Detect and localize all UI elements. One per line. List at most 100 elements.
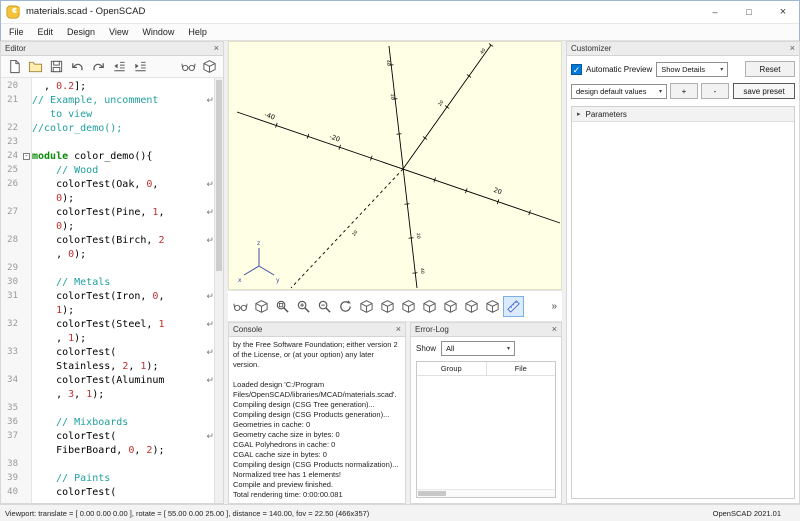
- zoom-out-button[interactable]: [314, 296, 335, 317]
- preview-icon: [233, 299, 248, 314]
- console-line: Compiling design (CSG Products normaliza…: [233, 460, 399, 469]
- z-axis-line: [388, 45, 418, 289]
- automatic-preview-label: Automatic Preview: [586, 64, 653, 74]
- console-line: by the Free Software Foundation; either …: [233, 340, 398, 369]
- unindent-button[interactable]: [109, 56, 130, 77]
- view-left-button[interactable]: [419, 296, 440, 317]
- customizer-close-icon[interactable]: ×: [790, 44, 795, 53]
- indent-button[interactable]: [130, 56, 151, 77]
- show-details-select[interactable]: Show Details ▾: [656, 61, 729, 77]
- console-line: Geometry cache size in bytes: 0: [233, 430, 340, 439]
- severity-filter-select[interactable]: All ▾: [441, 340, 516, 356]
- line-wrap-icon: ↵: [206, 430, 214, 441]
- code-row: 29: [7, 263, 18, 273]
- axes-canvas: -40 -20 20 20 40 20 20 40 20 40 z x y: [236, 43, 561, 289]
- editor-close-icon[interactable]: ×: [214, 44, 219, 53]
- reset-button[interactable]: Reset: [745, 61, 795, 77]
- console-output[interactable]: by the Free Software Foundation; either …: [229, 337, 405, 503]
- add-preset-button[interactable]: +: [670, 83, 698, 99]
- parameters-section-header[interactable]: ▸ Parameters: [572, 107, 794, 122]
- console-panel-header: Console ×: [229, 323, 405, 337]
- error-log-scrollbar-thumb[interactable]: [418, 491, 446, 496]
- automatic-preview-checkbox[interactable]: ✓: [571, 63, 582, 75]
- column-header-file[interactable]: File: [485, 362, 556, 375]
- axis-tick-labels: -40 -20 20: [263, 111, 503, 197]
- render-icon: [254, 299, 269, 314]
- code-row: 24- module color_demo(){: [7, 150, 153, 162]
- code-row: 36 // Mixboards: [7, 416, 129, 428]
- view-front-button[interactable]: [440, 296, 461, 317]
- menu-item-view[interactable]: View: [102, 24, 135, 40]
- error-log-table: Group File: [416, 361, 556, 498]
- svg-text:20: 20: [389, 94, 396, 100]
- view-back-icon: [464, 299, 479, 314]
- console-panel-title: Console: [233, 325, 263, 334]
- maximize-button[interactable]: □: [732, 0, 766, 23]
- toolbar-overflow-button[interactable]: »: [551, 301, 560, 312]
- view-top-button[interactable]: [377, 296, 398, 317]
- viewport-status-text: Viewport: translate = [ 0.00 0.00 0.00 ]…: [5, 508, 370, 518]
- render-button[interactable]: [199, 56, 220, 77]
- close-button[interactable]: ×: [766, 0, 800, 23]
- error-log-close-icon[interactable]: ×: [552, 325, 557, 334]
- save-button[interactable]: [46, 56, 67, 77]
- menu-item-edit[interactable]: Edit: [31, 24, 61, 40]
- render-button[interactable]: [251, 296, 272, 317]
- line-wrap-icon: ↵: [206, 94, 214, 105]
- menu-item-help[interactable]: Help: [181, 24, 214, 40]
- menu-item-file[interactable]: File: [2, 24, 31, 40]
- view-back-button[interactable]: [461, 296, 482, 317]
- minimize-button[interactable]: –: [698, 0, 732, 23]
- code-row: to view: [32, 108, 93, 120]
- view-toolbar-buttons: [230, 295, 524, 317]
- console-line: Compile and preview finished.: [233, 480, 334, 489]
- menu-item-design[interactable]: Design: [60, 24, 102, 40]
- view-all-button[interactable]: [272, 296, 293, 317]
- line-wrap-icon: ↵: [206, 234, 214, 245]
- redo-icon: [91, 59, 106, 74]
- zoom-in-button[interactable]: [293, 296, 314, 317]
- editor-scrollbar-thumb[interactable]: [216, 80, 222, 272]
- fold-marker-icon[interactable]: -: [23, 152, 30, 160]
- undo-button[interactable]: [67, 56, 88, 77]
- code-row: 40 colorTest(: [7, 486, 117, 498]
- error-log-table-header: Group File: [417, 362, 555, 376]
- code-editor[interactable]: 20 , 0.2]; 21// Example, uncomment ↵ to vi…: [1, 78, 223, 503]
- new-file-icon: [7, 59, 22, 74]
- new-file-button[interactable]: [4, 56, 25, 77]
- view-diagonal-button[interactable]: [482, 296, 503, 317]
- column-header-group[interactable]: Group: [417, 362, 486, 375]
- line-wrap-icon: ↵: [206, 206, 214, 217]
- render-icon: [202, 59, 217, 74]
- view-bottom-icon: [401, 299, 416, 314]
- 3d-viewport[interactable]: -40 -20 20 20 40 20 20 40 20 40 z x y: [228, 41, 562, 290]
- measure-distance-icon: [506, 299, 521, 314]
- remove-preset-button[interactable]: -: [701, 83, 729, 99]
- measure-distance-button[interactable]: [503, 295, 524, 317]
- code-row: 25 // Wood: [7, 164, 99, 176]
- reset-view-button[interactable]: [335, 296, 356, 317]
- menu-item-window[interactable]: Window: [135, 24, 181, 40]
- preview-button[interactable]: [230, 296, 251, 317]
- error-log-horizontal-scrollbar[interactable]: [417, 489, 555, 497]
- editor-vertical-scrollbar[interactable]: [214, 78, 223, 503]
- menu-bar: File Edit Design View Window Help: [0, 24, 800, 41]
- console-line: Total rendering time: 0:00:00.081: [233, 490, 343, 499]
- redo-button[interactable]: [88, 56, 109, 77]
- preview-button[interactable]: [178, 56, 199, 77]
- code-row: 1);: [56, 304, 75, 316]
- console-close-icon[interactable]: ×: [396, 325, 401, 334]
- view-bottom-button[interactable]: [398, 296, 419, 317]
- customizer-row-2: design default values ▾ + - save preset: [571, 83, 795, 99]
- open-button[interactable]: [25, 56, 46, 77]
- view-top-icon: [380, 299, 395, 314]
- save-preset-button[interactable]: save preset: [733, 83, 795, 99]
- error-log-panel-header: Error-Log ×: [411, 323, 561, 337]
- console-panel: Console × by the Free Software Foundatio…: [228, 322, 406, 504]
- preset-select[interactable]: design default values ▾: [571, 83, 667, 99]
- code-row: 27 colorTest(Pine, 1, ↵: [7, 206, 214, 218]
- orientation-axes-indicator: z x y: [238, 240, 280, 284]
- code-row: 34 colorTest(Aluminum ↵: [7, 374, 214, 386]
- view-right-button[interactable]: [356, 296, 377, 317]
